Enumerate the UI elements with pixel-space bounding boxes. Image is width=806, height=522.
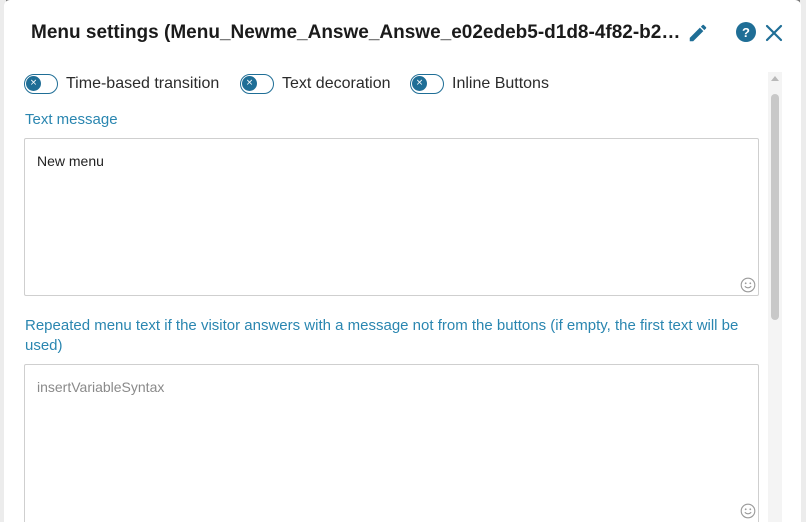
text-message-label: Text message [25,111,118,128]
text-message-value: New menu [37,153,104,169]
toggle-time-based-transition[interactable]: × Time-based transition [24,72,219,96]
toggle-switch[interactable]: × [24,74,58,94]
toggle-off-icon: × [242,76,257,91]
toggle-switch[interactable]: × [410,74,444,94]
dialog-title: Menu settings (Menu_Newme_Answe_Answe_e0… [31,22,681,43]
vertical-scrollbar[interactable] [768,72,782,522]
help-icon[interactable]: ? [736,22,756,42]
toggle-label: Text decoration [282,75,391,92]
toggle-inline-buttons[interactable]: × Inline Buttons [410,72,549,96]
text-message-field[interactable]: New menu [24,138,759,296]
repeated-text-placeholder: insertVariableSyntax [37,379,165,395]
menu-settings-dialog: Menu settings (Menu_Newme_Answe_Answe_e0… [4,0,801,522]
dialog-header: Menu settings (Menu_Newme_Answe_Answe_e0… [4,0,801,66]
toggle-off-icon: × [412,76,427,91]
toggles-row: × Time-based transition × Text decoratio… [24,72,764,96]
toggle-switch[interactable]: × [240,74,274,94]
scrollbar-thumb[interactable] [771,94,779,320]
repeated-text-field[interactable]: insertVariableSyntax [24,364,759,522]
smiley-icon[interactable] [740,277,756,293]
close-icon[interactable] [764,23,784,43]
dialog-content: × Time-based transition × Text decoratio… [4,66,768,522]
pencil-icon[interactable] [687,22,709,44]
toggle-label: Inline Buttons [452,75,549,92]
repeated-text-label: Repeated menu text if the visitor answer… [25,317,739,354]
toggle-text-decoration[interactable]: × Text decoration [240,72,391,96]
scroll-up-icon[interactable] [771,76,779,81]
smiley-icon[interactable] [740,503,756,519]
toggle-off-icon: × [26,76,41,91]
toggle-label: Time-based transition [66,75,220,92]
